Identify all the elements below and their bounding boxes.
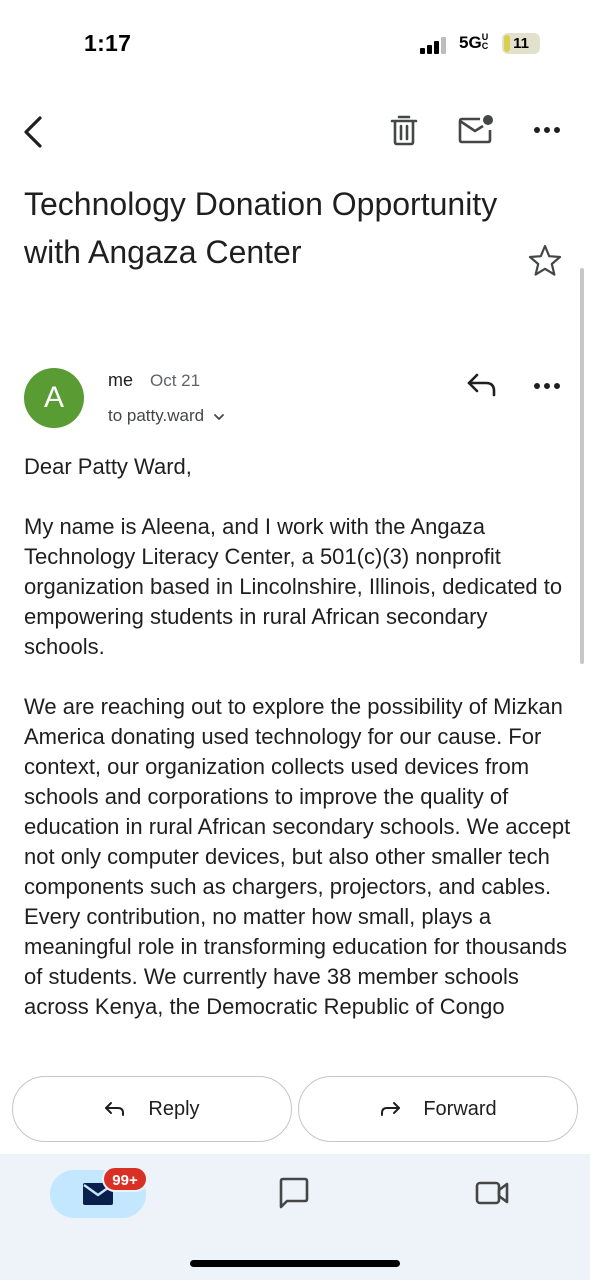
- status-bar: 1:17 5GUC 11: [0, 0, 590, 88]
- email-subject: Technology Donation Opportunity with Ang…: [24, 186, 498, 270]
- forward-icon: [381, 1102, 401, 1116]
- reply-icon: [105, 1102, 125, 1116]
- mark-unread-button[interactable]: [456, 112, 496, 148]
- email-body: Dear Patty Ward, My name is Aleena, and …: [24, 452, 574, 1062]
- nav-meet-tab[interactable]: [474, 1176, 510, 1210]
- greeting: Dear Patty Ward,: [24, 454, 192, 479]
- mail-unread-icon: [458, 115, 493, 144]
- body-paragraph: My name is Aleena, and I work with the A…: [24, 514, 563, 659]
- back-arrow-icon: [24, 116, 42, 148]
- body-paragraph: We are reaching out to explore the possi…: [24, 694, 571, 1019]
- sender-avatar[interactable]: A: [24, 368, 84, 428]
- battery-level: 11: [513, 35, 529, 52]
- recipient-details-toggle[interactable]: to patty.ward: [108, 406, 225, 426]
- reply-label: Reply: [148, 1097, 200, 1120]
- forward-label: Forward: [423, 1097, 497, 1120]
- unread-count-badge: 99+: [102, 1166, 148, 1192]
- delete-button[interactable]: [386, 112, 422, 148]
- reply-icon: [467, 373, 496, 397]
- chevron-down-icon: [213, 413, 224, 420]
- battery-icon: 11: [502, 33, 540, 54]
- trash-icon: [390, 115, 418, 146]
- more-horizontal-icon: [534, 127, 560, 133]
- recipient-text: to patty.ward: [108, 406, 205, 425]
- nav-chat-tab[interactable]: [277, 1176, 311, 1210]
- star-outline-icon: [528, 244, 562, 276]
- star-button[interactable]: [526, 242, 564, 280]
- more-horizontal-icon: [534, 383, 560, 389]
- back-button[interactable]: [18, 112, 50, 152]
- sender-name: me: [108, 370, 134, 390]
- more-options-button[interactable]: [530, 118, 564, 142]
- home-indicator: [190, 1260, 400, 1267]
- scrollbar[interactable]: [580, 268, 584, 664]
- reply-button[interactable]: Reply: [12, 1076, 292, 1142]
- network-type-suffix: UC: [481, 32, 489, 51]
- cellular-signal-icon: [420, 36, 450, 54]
- forward-button[interactable]: Forward: [298, 1076, 578, 1142]
- video-icon: [475, 1181, 509, 1205]
- status-time: 1:17: [84, 30, 132, 56]
- network-type: 5GUC: [459, 33, 492, 53]
- chat-icon: [279, 1177, 309, 1209]
- reply-icon-button[interactable]: [464, 370, 500, 400]
- sent-date: Oct 21: [150, 371, 201, 390]
- message-more-button[interactable]: [530, 374, 564, 398]
